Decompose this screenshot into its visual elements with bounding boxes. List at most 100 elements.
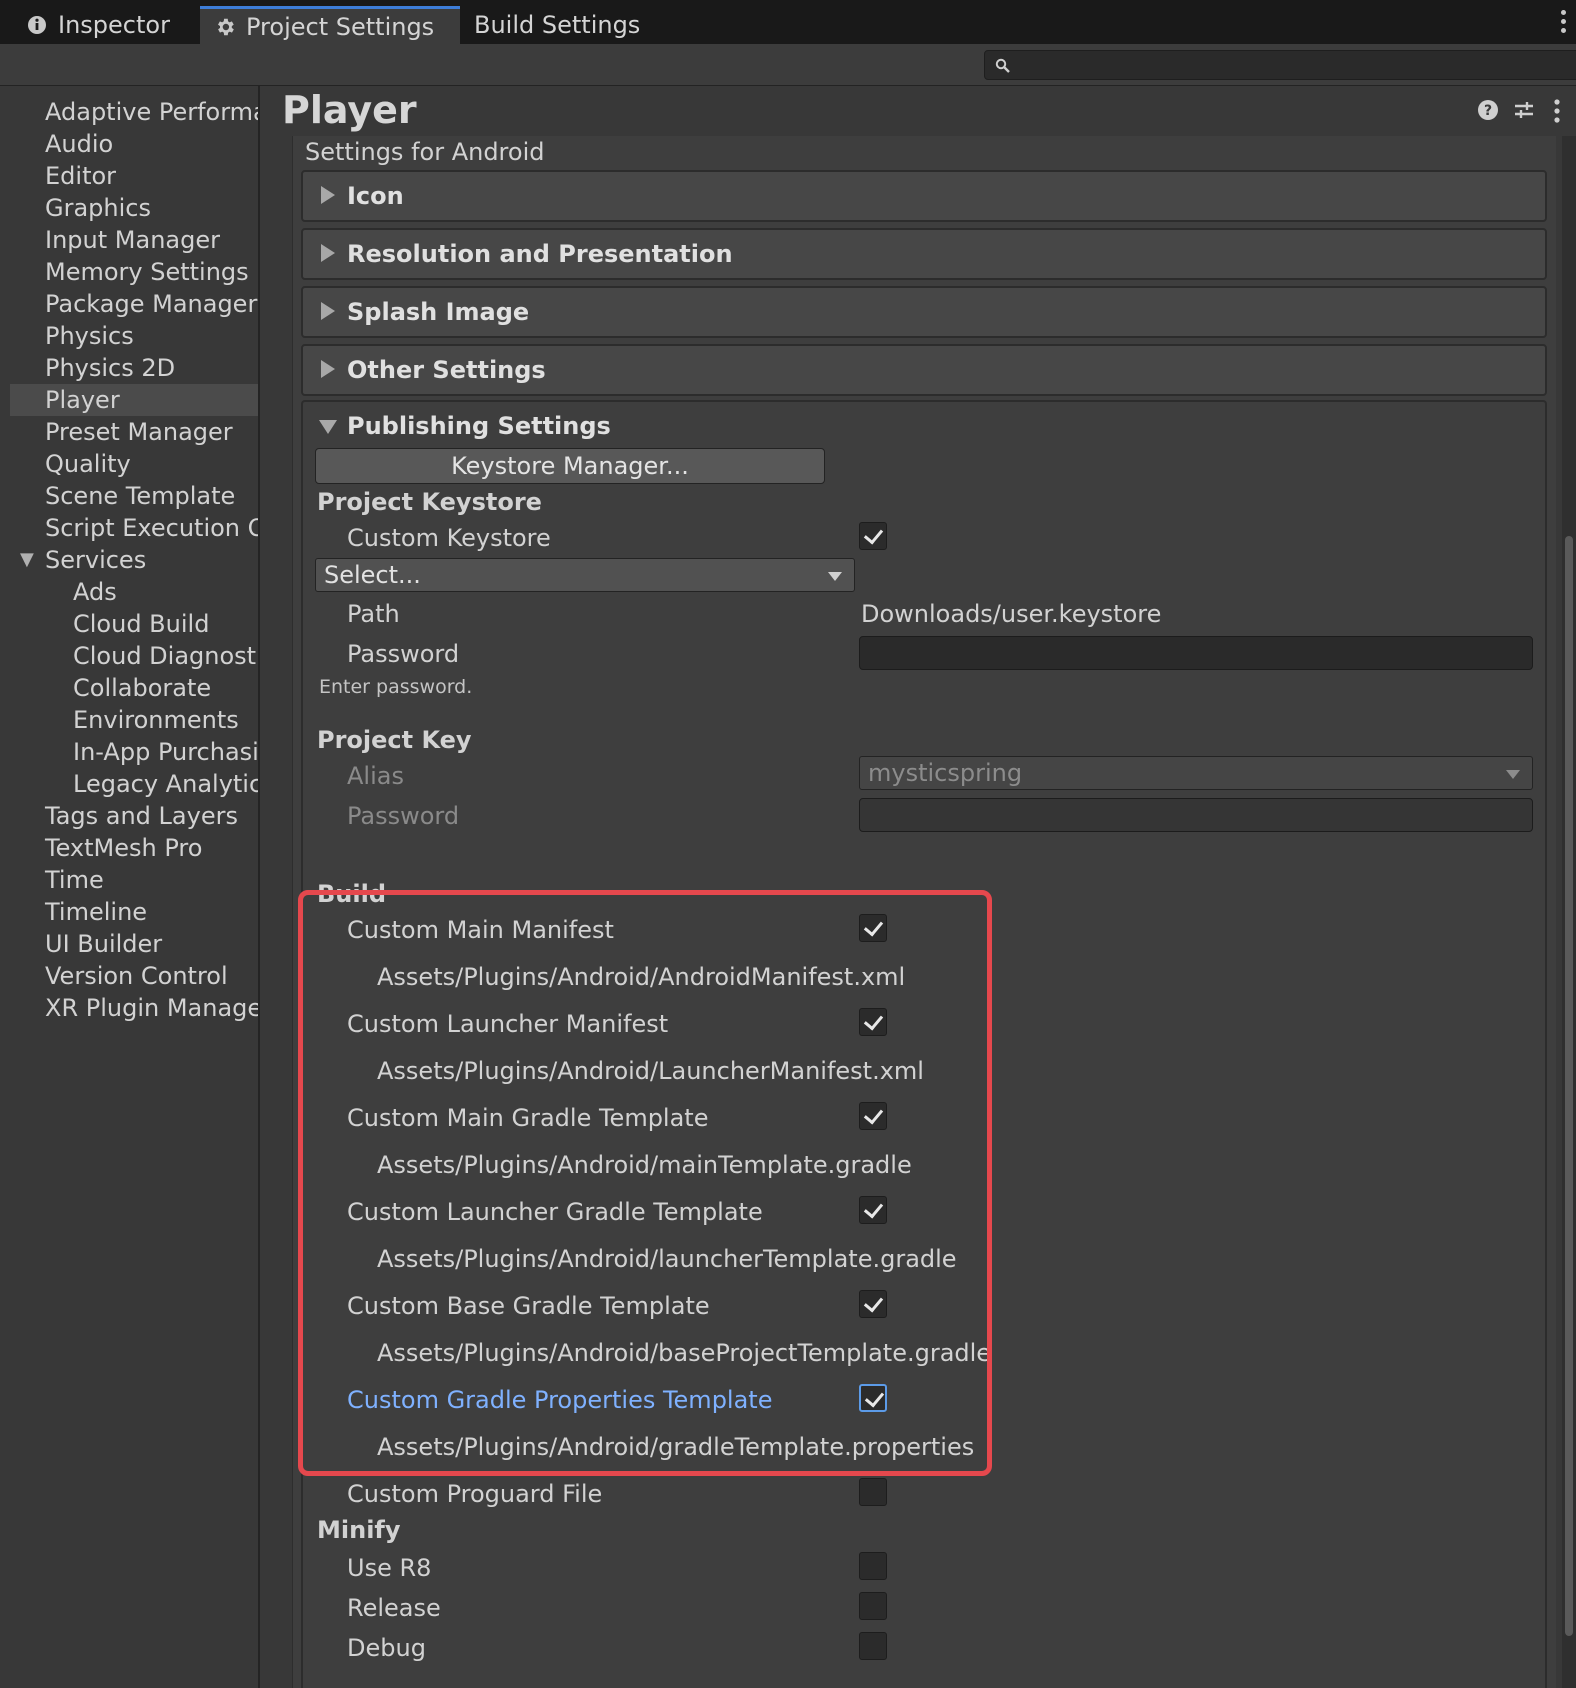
custom-gradle-properties-template-path: Assets/Plugins/Android/gradleTemplate.pr… [377,1433,975,1461]
info-icon [26,14,48,36]
keystore-password-field[interactable] [859,636,1533,670]
custom-main-manifest-label: Custom Main Manifest [347,916,614,944]
minify-heading: Minify [317,1516,401,1544]
window-menu-kebab-icon[interactable] [1558,8,1568,36]
keystore-path-label: Path [347,600,400,628]
sidebar-item-cloud-diagnostics[interactable]: Cloud Diagnostic [10,640,258,672]
sidebar-item-graphics[interactable]: Graphics [10,192,258,224]
sidebar-item-services-label: Services [45,546,147,574]
foldout-resolution-and-presentation[interactable]: Resolution and Presentation [301,228,1547,280]
sidebar-item-scene-template[interactable]: Scene Template [10,480,258,512]
tab-inspector[interactable]: Inspector [26,6,170,44]
custom-main-manifest-checkbox[interactable] [859,914,887,942]
sidebar-item-xr-plugin-management[interactable]: XR Plugin Manager [10,992,258,1024]
custom-base-gradle-template-label: Custom Base Gradle Template [347,1292,710,1320]
sidebar-item-ui-builder[interactable]: UI Builder [10,928,258,960]
expand-arrow-icon[interactable]: ▼ [20,544,34,576]
custom-main-gradle-template-checkbox[interactable] [859,1102,887,1130]
more-options-kebab-icon[interactable] [1552,98,1562,128]
custom-launcher-manifest-checkbox[interactable] [859,1008,887,1036]
tab-project-settings[interactable]: Project Settings [200,6,460,44]
project-key-heading: Project Key [317,726,472,754]
custom-launcher-manifest-path: Assets/Plugins/Android/LauncherManifest.… [377,1057,924,1085]
custom-launcher-gradle-template-path: Assets/Plugins/Android/launcherTemplate.… [377,1245,957,1273]
foldout-icon-section[interactable]: Icon [301,170,1547,222]
custom-launcher-gradle-template-checkbox[interactable] [859,1196,887,1224]
sidebar-item-player[interactable]: Player [10,384,258,416]
sidebar-item-textmesh-pro[interactable]: TextMesh Pro [10,832,258,864]
sidebar-item-collaborate[interactable]: Collaborate [10,672,258,704]
custom-base-gradle-template-path: Assets/Plugins/Android/baseProjectTempla… [377,1339,992,1367]
sidebar-item-time[interactable]: Time [10,864,258,896]
sidebar-item-preset-manager[interactable]: Preset Manager [10,416,258,448]
vertical-scrollbar[interactable] [1562,136,1576,1688]
collapsed-arrow-icon [321,302,335,320]
alias-dropdown[interactable]: mysticspring [859,756,1533,790]
sidebar-item-version-control[interactable]: Version Control [10,960,258,992]
tab-build-settings-label: Build Settings [474,11,641,39]
foldout-splash-image[interactable]: Splash Image [301,286,1547,338]
foldout-label: Other Settings [347,356,546,384]
foldout-label: Resolution and Presentation [347,240,733,268]
keystore-select-value: Select... [324,561,421,589]
search-input[interactable] [984,50,1576,80]
gear-icon [214,16,236,38]
header-icons: ? [1476,98,1576,128]
custom-base-gradle-template-checkbox[interactable] [859,1290,887,1318]
alias-label: Alias [347,762,404,790]
tab-build-settings[interactable]: Build Settings [474,6,640,44]
platform-subtitle: Settings for Android [305,138,545,166]
scrollbar-thumb[interactable] [1565,536,1573,1636]
sidebar-item-ads[interactable]: Ads [10,576,258,608]
sidebar-item-cloud-build[interactable]: Cloud Build [10,608,258,640]
foldout-label: Splash Image [347,298,530,326]
sidebar-item-audio[interactable]: Audio [10,128,258,160]
custom-proguard-file-label: Custom Proguard File [347,1480,603,1508]
custom-keystore-label: Custom Keystore [347,524,551,552]
collapsed-arrow-icon [321,186,335,204]
release-label: Release [347,1594,441,1622]
password-hint: Enter password. [319,676,473,698]
key-password-field[interactable] [859,798,1533,832]
sidebar-item-input-manager[interactable]: Input Manager [10,224,258,256]
keystore-manager-button[interactable]: Keystore Manager... [315,448,825,484]
collapsed-arrow-icon [321,360,335,378]
build-heading: Build [317,880,387,908]
keystore-path-value: Downloads/user.keystore [861,600,1162,628]
svg-text:?: ? [1484,103,1492,119]
custom-proguard-file-checkbox[interactable] [859,1478,887,1506]
key-password-label: Password [347,802,460,830]
use-r8-checkbox[interactable] [859,1552,887,1580]
custom-keystore-checkbox[interactable] [859,522,887,550]
sidebar-item-quality[interactable]: Quality [10,448,258,480]
debug-checkbox[interactable] [859,1632,887,1660]
sidebar-item-physics-2d[interactable]: Physics 2D [10,352,258,384]
custom-main-manifest-path: Assets/Plugins/Android/AndroidManifest.x… [377,963,906,991]
player-settings-panel: Player ? Settings for Android Icon Resol… [262,86,1576,1688]
foldout-label: Publishing Settings [347,412,611,440]
sidebar-item-adaptive-performance[interactable]: Adaptive Performar [10,96,258,128]
sidebar-item-physics[interactable]: Physics [10,320,258,352]
keystore-select-dropdown[interactable]: Select... [315,558,855,592]
tab-project-settings-label: Project Settings [246,12,435,41]
help-icon[interactable]: ? [1476,98,1500,126]
sidebar-item-tags-and-layers[interactable]: Tags and Layers [10,800,258,832]
foldout-other-settings[interactable]: Other Settings [301,344,1547,396]
sidebar-item-environments[interactable]: Environments [10,704,258,736]
sidebar-item-in-app-purchasing[interactable]: In-App Purchasir [10,736,258,768]
sidebar-item-script-execution-order[interactable]: Script Execution Or [10,512,258,544]
sidebar-item-memory-settings[interactable]: Memory Settings [10,256,258,288]
sidebar-item-editor[interactable]: Editor [10,160,258,192]
page-title: Player [282,88,417,132]
settings-content: Settings for Android Icon Resolution and… [292,136,1556,1688]
project-settings-window: Inspector Project Settings Build Setting… [0,0,1576,1688]
preset-icon[interactable] [1512,98,1536,126]
sidebar-item-timeline[interactable]: Timeline [10,896,258,928]
sidebar-item-package-manager[interactable]: Package Manager [10,288,258,320]
release-checkbox[interactable] [859,1592,887,1620]
sidebar-item-legacy-analytics[interactable]: Legacy Analytic: [10,768,258,800]
custom-gradle-properties-template-checkbox[interactable] [859,1384,887,1412]
custom-gradle-properties-template-label: Custom Gradle Properties Template [347,1386,773,1414]
sidebar-item-services[interactable]: ▼ Services [10,544,258,576]
tab-inspector-label: Inspector [58,11,170,39]
